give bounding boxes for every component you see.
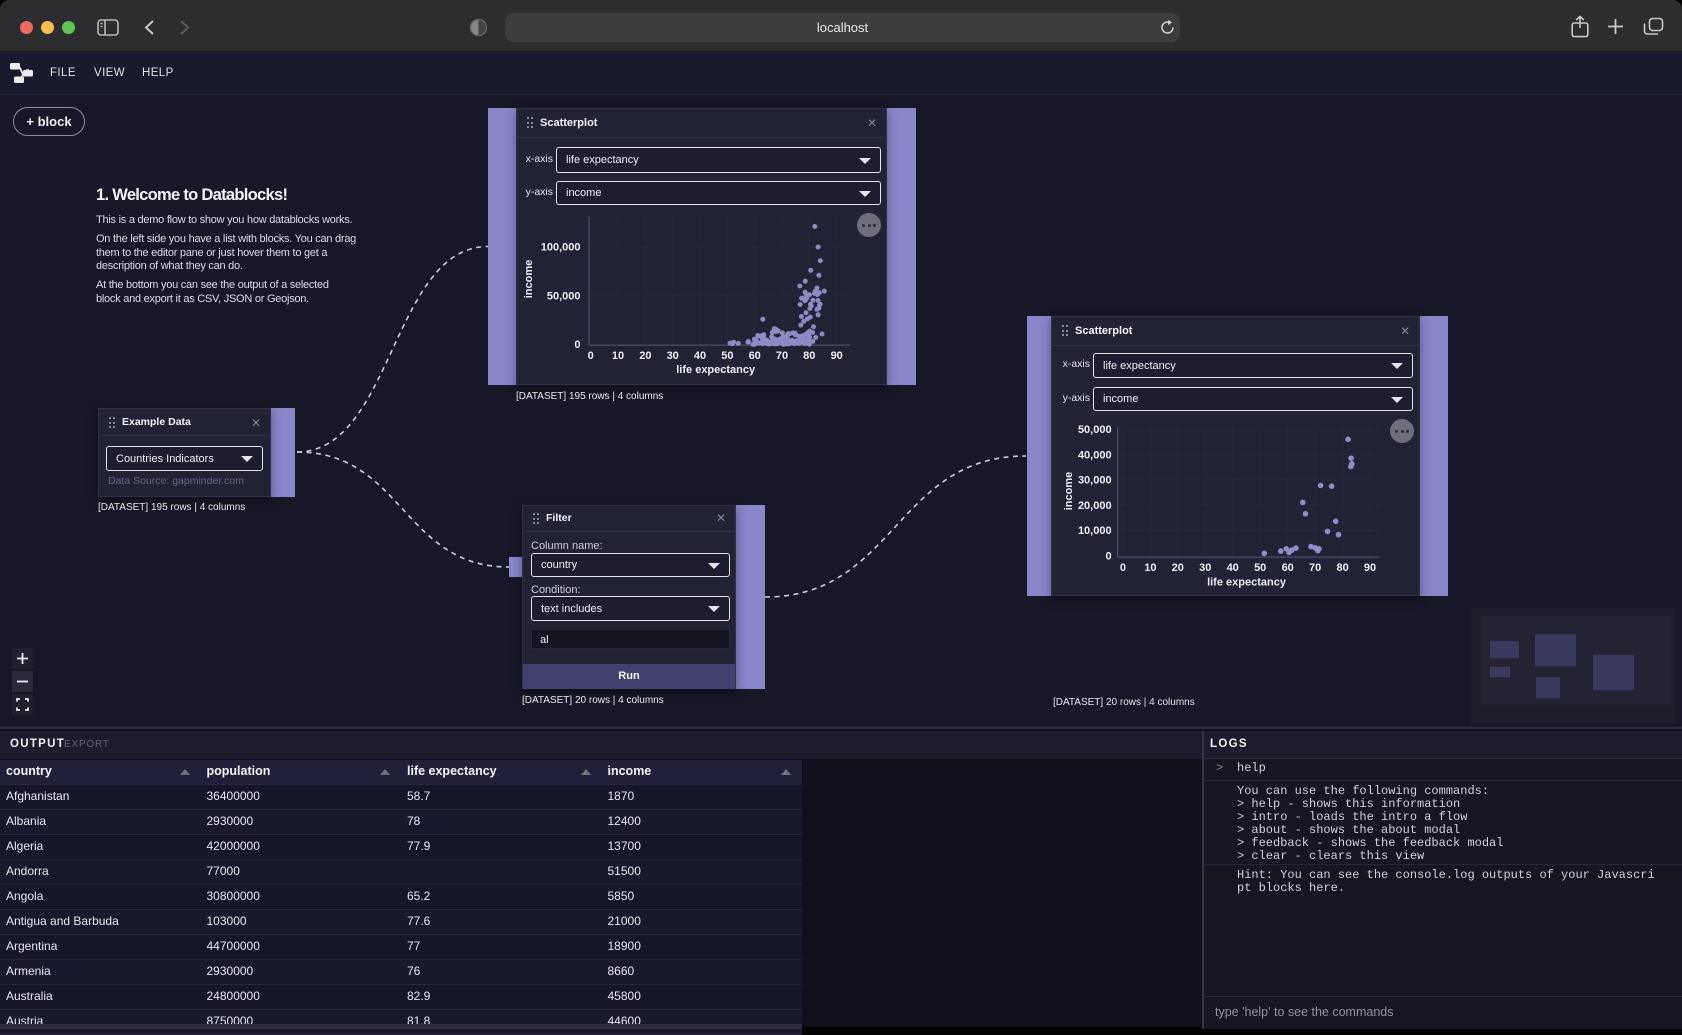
svg-text:income: income — [1063, 472, 1075, 511]
svg-text:10: 10 — [1144, 562, 1156, 574]
svg-text:0: 0 — [588, 350, 594, 362]
svg-text:10: 10 — [612, 350, 624, 362]
svg-text:life expectancy: life expectancy — [1207, 577, 1287, 589]
svg-text:70: 70 — [776, 350, 788, 362]
svg-text:20,000: 20,000 — [1078, 500, 1112, 512]
svg-text:income: income — [523, 260, 535, 299]
svg-text:40: 40 — [1227, 562, 1239, 574]
svg-text:50,000: 50,000 — [547, 290, 581, 302]
svg-text:40: 40 — [694, 350, 706, 362]
svg-text:50: 50 — [721, 350, 733, 362]
svg-text:40,000: 40,000 — [1078, 449, 1112, 461]
svg-text:90: 90 — [1364, 562, 1376, 574]
svg-text:20: 20 — [1172, 562, 1184, 574]
svg-text:20: 20 — [639, 350, 651, 362]
svg-text:30,000: 30,000 — [1078, 475, 1112, 487]
svg-text:0: 0 — [1105, 550, 1111, 562]
svg-text:life expectancy: life expectancy — [676, 364, 756, 376]
svg-text:50: 50 — [1254, 562, 1266, 574]
svg-text:100,000: 100,000 — [541, 242, 581, 254]
svg-text:0: 0 — [1120, 562, 1126, 574]
svg-text:30: 30 — [1199, 562, 1211, 574]
svg-text:80: 80 — [1336, 562, 1348, 574]
svg-text:30: 30 — [667, 350, 679, 362]
svg-text:90: 90 — [831, 350, 843, 362]
svg-text:60: 60 — [1282, 562, 1294, 574]
svg-text:70: 70 — [1309, 562, 1321, 574]
svg-text:0: 0 — [574, 339, 580, 351]
svg-text:80: 80 — [803, 350, 815, 362]
svg-text:50,000: 50,000 — [1078, 424, 1112, 436]
svg-text:10,000: 10,000 — [1078, 525, 1112, 537]
svg-text:60: 60 — [749, 350, 761, 362]
